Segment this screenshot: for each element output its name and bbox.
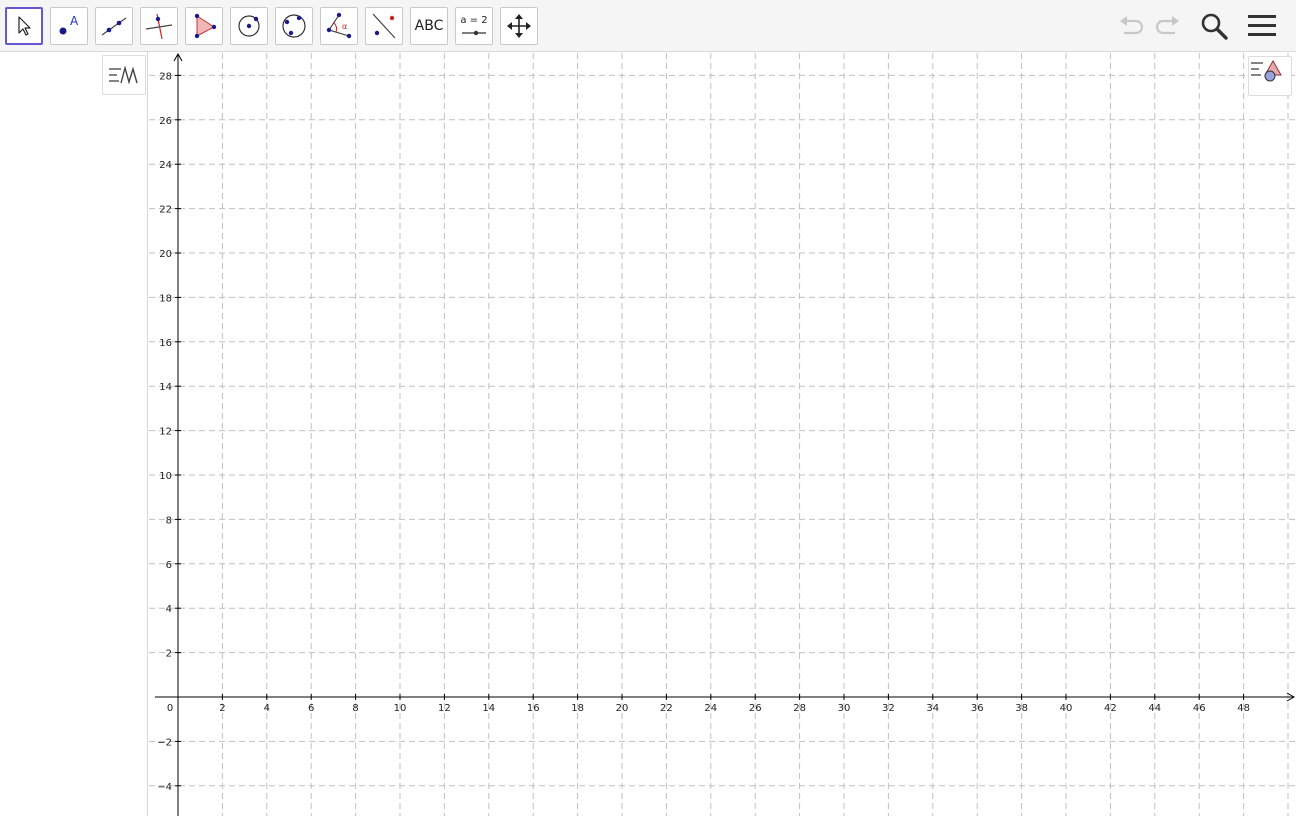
x-tick-label: 38 xyxy=(1015,703,1028,714)
x-tick-label: 2 xyxy=(219,703,225,714)
y-tick-label: 18 xyxy=(159,293,172,304)
reflect-tool[interactable] xyxy=(365,7,403,45)
axes xyxy=(155,53,1296,816)
x-tick-label: 48 xyxy=(1237,703,1250,714)
x-tick-label: 8 xyxy=(352,703,358,714)
graphics-style-bar-button[interactable] xyxy=(1248,56,1292,96)
undo-button[interactable] xyxy=(1114,9,1148,43)
x-tick-label: 42 xyxy=(1104,703,1117,714)
graphics-style-bar-icon xyxy=(1251,59,1282,82)
menu-button[interactable] xyxy=(1245,9,1279,43)
move-graphics-view-icon xyxy=(507,14,531,38)
x-tick-label: 14 xyxy=(482,703,495,714)
x-tick-label: 32 xyxy=(882,703,895,714)
algebra-style-bar-button[interactable] xyxy=(102,55,146,95)
y-tick-label: 2 xyxy=(166,649,172,660)
redo-icon xyxy=(1155,16,1179,35)
slider-tool[interactable]: a = 2 xyxy=(455,7,493,45)
x-tick-label: 24 xyxy=(704,703,717,714)
arrow-cursor-icon xyxy=(18,16,31,36)
point-tool[interactable]: A xyxy=(50,7,88,45)
x-tick-label: 20 xyxy=(616,703,629,714)
y-tick-label: 10 xyxy=(159,471,172,482)
x-tick-label: 12 xyxy=(438,703,451,714)
x-tick-label: 22 xyxy=(660,703,673,714)
y-tick-label: 28 xyxy=(159,71,172,82)
x-tick-label: 40 xyxy=(1060,703,1073,714)
undo-icon xyxy=(1120,16,1144,35)
y-tick-label: 4 xyxy=(166,604,172,615)
algebra-view[interactable] xyxy=(0,52,148,816)
x-tick-label: 18 xyxy=(571,703,584,714)
y-tick-label: −4 xyxy=(157,782,172,793)
angle-tool[interactable]: α xyxy=(320,7,358,45)
graphics-view[interactable]: 0 2 4 6 8 10 12 14 16 18 20 22 24 26 28 30 32 34 36 38 40 42 4… xyxy=(149,53,1296,816)
text-tool-label: ABC xyxy=(414,18,444,34)
polygon-icon xyxy=(194,13,217,39)
y-tick-label: 16 xyxy=(159,338,172,349)
x-tick-label: 26 xyxy=(749,703,762,714)
redo-button[interactable] xyxy=(1151,9,1185,43)
circle-center-point-icon xyxy=(238,15,260,37)
y-tick-label: 8 xyxy=(166,515,172,526)
x-tick-label: 10 xyxy=(394,703,407,714)
tick-labels: 0 2 4 6 8 10 12 14 16 18 20 22 24 26 28 30 32 34 36 38 40 42 4… xyxy=(157,71,1250,792)
hamburger-menu-icon xyxy=(1248,15,1276,36)
move-tool[interactable] xyxy=(5,7,43,45)
search-button[interactable] xyxy=(1197,9,1231,43)
grid-lines xyxy=(149,53,1296,816)
toolbar: A α ABC a = 2 xyxy=(0,0,1296,52)
x-tick-label: 44 xyxy=(1148,703,1161,714)
x-tick-label: 16 xyxy=(527,703,540,714)
circle-tool[interactable] xyxy=(230,7,268,45)
coordinate-plane: 0 2 4 6 8 10 12 14 16 18 20 22 24 26 28 30 32 34 36 38 40 42 4… xyxy=(149,53,1296,816)
x-tick-label: 30 xyxy=(838,703,851,714)
x-tick-label: 36 xyxy=(971,703,984,714)
line-through-points-icon xyxy=(101,17,127,36)
y-tick-label: 12 xyxy=(159,427,172,438)
y-tick-label: 6 xyxy=(166,560,172,571)
y-tick-label: −2 xyxy=(157,737,172,748)
circle-three-points-tool[interactable] xyxy=(275,7,313,45)
perpendicular-line-tool[interactable] xyxy=(140,7,178,45)
y-tick-label: 22 xyxy=(159,205,172,216)
polygon-tool[interactable] xyxy=(185,7,223,45)
y-tick-label: 14 xyxy=(159,382,172,393)
x-tick-label: 46 xyxy=(1193,703,1206,714)
x-tick-label: 28 xyxy=(793,703,806,714)
move-graphics-tool[interactable] xyxy=(500,7,538,45)
y-tick-label: 26 xyxy=(159,116,172,127)
x-tick-label: 34 xyxy=(926,703,939,714)
reflect-about-line-icon xyxy=(372,13,396,39)
text-tool[interactable]: ABC xyxy=(410,7,448,45)
slider-tool-label: a = 2 xyxy=(460,15,488,26)
line-tool[interactable] xyxy=(95,7,133,45)
y-tick-label: 24 xyxy=(159,160,172,171)
algebra-style-bar-icon xyxy=(109,65,138,85)
circle-three-points-icon xyxy=(282,14,306,38)
search-icon xyxy=(1201,13,1228,40)
perpendicular-line-icon xyxy=(145,13,173,40)
point-a-icon: A xyxy=(59,14,79,35)
x-tick-label: 4 xyxy=(264,703,270,714)
point-tool-label: A xyxy=(70,14,79,28)
angle-icon: α xyxy=(326,12,352,39)
x-tick-label: 6 xyxy=(308,703,314,714)
y-tick-label: 20 xyxy=(159,249,172,260)
x-tick-label: 0 xyxy=(167,703,173,714)
angle-tool-label: α xyxy=(342,22,347,31)
